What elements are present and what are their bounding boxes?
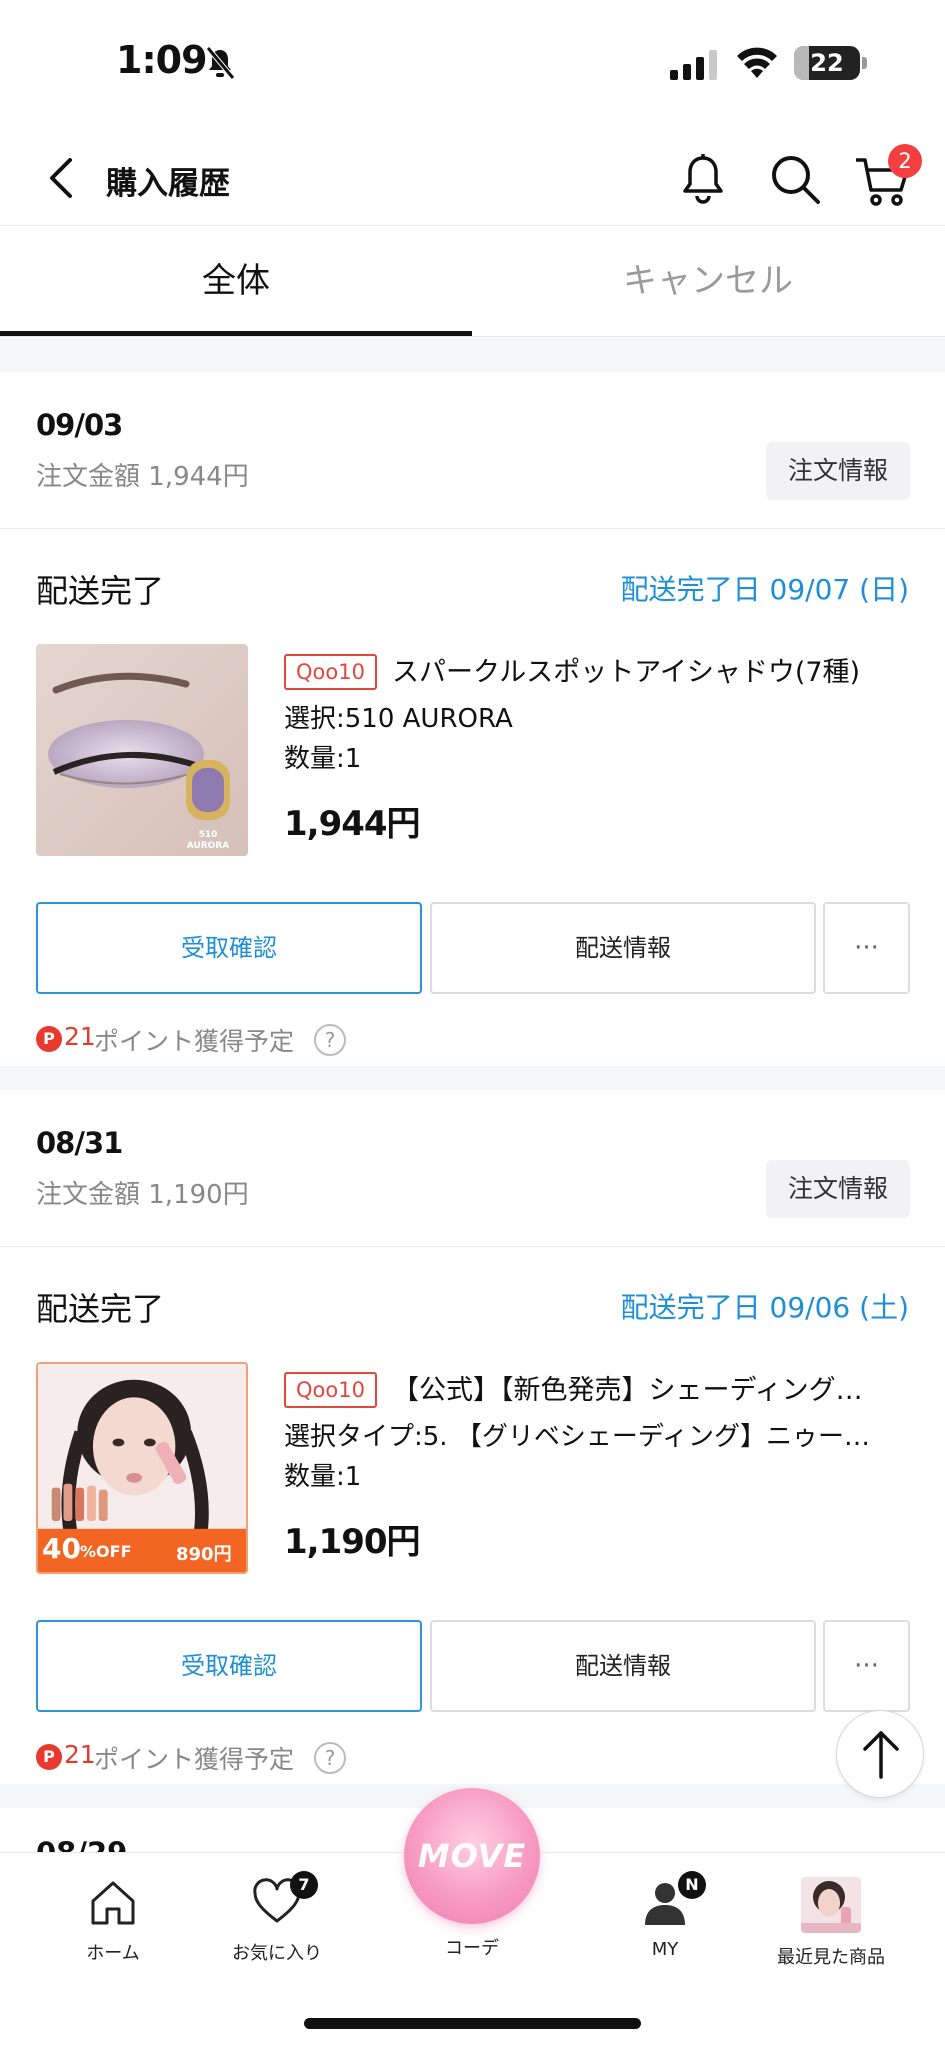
- delivered-date: 配送完了日 09/06 (土): [620, 1291, 909, 1324]
- cellular-signal-icon: [670, 50, 717, 80]
- product-quantity: 数量:1: [284, 744, 362, 774]
- help-icon[interactable]: ?: [314, 1024, 346, 1056]
- points-icon: P: [36, 1026, 62, 1052]
- nav-recent-label: 最近見た商品: [777, 1947, 885, 1968]
- product-option: 選択:510 AURORA: [284, 704, 513, 734]
- favorites-count-badge: 7: [290, 1871, 318, 1899]
- product-name[interactable]: 【公式】【新色発売】シェーディング…: [392, 1368, 902, 1407]
- back-arrow-icon[interactable]: [44, 154, 80, 202]
- points-text: ポイント獲得予定: [94, 1745, 295, 1774]
- shipping-info-button[interactable]: 配送情報: [430, 902, 816, 994]
- product-option: 選択タイプ:5. 【グリベシェーディング】ニゥー…: [284, 1422, 871, 1452]
- divider: [0, 528, 945, 529]
- product-name[interactable]: スパークルスポットアイシャドウ(7種): [392, 650, 902, 689]
- confirm-receipt-button[interactable]: 受取確認: [36, 902, 422, 994]
- svg-text:510: 510: [199, 830, 218, 840]
- silent-bell-icon: [206, 46, 235, 80]
- order-card: 08/31 注文金額 1,190円 注文情報 配送完了 配送完了日 09/06 …: [0, 1090, 945, 1784]
- nav-favorites-label: お気に入り: [232, 1943, 322, 1964]
- product-thumbnail[interactable]: 510 AURORA: [36, 644, 248, 856]
- tab-cancel[interactable]: キャンセル: [472, 227, 944, 337]
- svg-text:AURORA: AURORA: [187, 841, 230, 851]
- shipping-info-button[interactable]: 配送情報: [430, 1620, 816, 1712]
- nav-home-label: ホーム: [86, 1943, 140, 1964]
- page-title: 購入履歴: [106, 166, 230, 202]
- order-info-button[interactable]: 注文情報: [766, 442, 910, 500]
- delivered-date: 配送完了日 09/07 (日): [620, 573, 909, 606]
- qoo10-badge: Qoo10: [284, 654, 377, 690]
- search-icon[interactable]: [768, 152, 822, 206]
- recent-product-thumbnail: [801, 1877, 861, 1933]
- recent-product-image: [801, 1877, 861, 1933]
- shipping-status: 配送完了: [36, 1290, 165, 1328]
- points-icon: P: [36, 1744, 62, 1770]
- nav-favorites[interactable]: 7 お気に入り: [202, 1871, 352, 1965]
- divider: [0, 1246, 945, 1247]
- product-price: 1,944円: [284, 804, 421, 844]
- order-card: 09/03 注文金額 1,944円 注文情報 配送完了 配送完了日 09/07 …: [0, 372, 945, 1066]
- points-text: ポイント獲得予定: [94, 1027, 295, 1056]
- nav-my-label: MY: [651, 1939, 679, 1960]
- section-gap: [0, 1066, 945, 1090]
- order-date: 09/03: [36, 408, 123, 442]
- product-thumbnail[interactable]: 40 %OFF 890円: [36, 1362, 248, 1574]
- product-quantity: 数量:1: [284, 1462, 362, 1492]
- promo-discount: 40: [42, 1532, 81, 1565]
- order-amount: 注文金額 1,944円: [36, 462, 249, 492]
- my-new-badge: N: [678, 1871, 706, 1899]
- promo-price: 890円: [176, 1544, 232, 1565]
- battery-nub: [862, 57, 867, 69]
- qoo10-badge: Qoo10: [284, 1372, 377, 1408]
- home-indicator: [304, 2018, 641, 2029]
- nav-move-label: コーデ: [445, 1938, 499, 1959]
- scroll-to-top-button[interactable]: [836, 1710, 924, 1798]
- status-time: 1:09: [116, 38, 208, 82]
- move-logo: MOVE: [417, 1837, 527, 1875]
- order-amount: 注文金額 1,190円: [36, 1180, 249, 1210]
- promo-off: %OFF: [80, 1542, 132, 1561]
- nav-home[interactable]: ホーム: [38, 1877, 188, 1965]
- notification-bell-icon[interactable]: [678, 152, 728, 206]
- wifi-icon: [737, 47, 777, 78]
- points-number: 21: [64, 1740, 96, 1769]
- promo-banner: 40 %OFF 890円: [38, 1532, 246, 1572]
- home-icon: [91, 1881, 135, 1925]
- move-button[interactable]: MOVE: [404, 1788, 540, 1924]
- product-price: 1,190円: [284, 1522, 421, 1562]
- shipping-status: 配送完了: [36, 572, 165, 610]
- more-options-button[interactable]: ···: [823, 1620, 910, 1712]
- help-icon[interactable]: ?: [314, 1742, 346, 1774]
- tab-all[interactable]: 全体: [0, 227, 472, 337]
- battery-icon: 22: [794, 46, 860, 80]
- active-tab-indicator: [0, 331, 472, 336]
- app-header: 購入履歴 2: [0, 130, 945, 226]
- order-info-button[interactable]: 注文情報: [766, 1160, 910, 1218]
- points-number: 21: [64, 1022, 96, 1051]
- more-options-button[interactable]: ···: [823, 902, 910, 994]
- cart-count-badge: 2: [888, 144, 922, 178]
- eyeshadow-photo: 510 AURORA: [36, 644, 248, 856]
- section-gap: [0, 338, 945, 372]
- arrow-up-icon: [863, 1731, 899, 1779]
- order-tabs: 全体 キャンセル: [0, 227, 945, 337]
- battery-level: 22: [810, 49, 844, 77]
- order-date: 08/31: [36, 1126, 123, 1160]
- confirm-receipt-button[interactable]: 受取確認: [36, 1620, 422, 1712]
- nav-my[interactable]: N MY: [590, 1871, 740, 1960]
- status-bar: 1:09 22: [0, 0, 945, 130]
- nav-recent[interactable]: 最近見た商品: [756, 1877, 906, 1969]
